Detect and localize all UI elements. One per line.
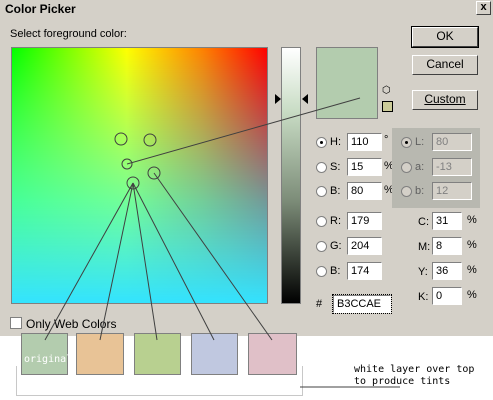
annotation-line-1: white layer over top (354, 364, 475, 375)
connector-line (153, 172, 273, 341)
connector-line (99, 182, 134, 341)
connector-line (44, 182, 134, 341)
connector-line (126, 97, 361, 165)
sample-circle (114, 132, 128, 146)
sample-circle (143, 133, 157, 147)
annotation-note: white layer over top to produce tints (354, 364, 474, 388)
annotation-overlay (44, 97, 400, 388)
annotation-line-2: to produce tints (354, 376, 451, 387)
